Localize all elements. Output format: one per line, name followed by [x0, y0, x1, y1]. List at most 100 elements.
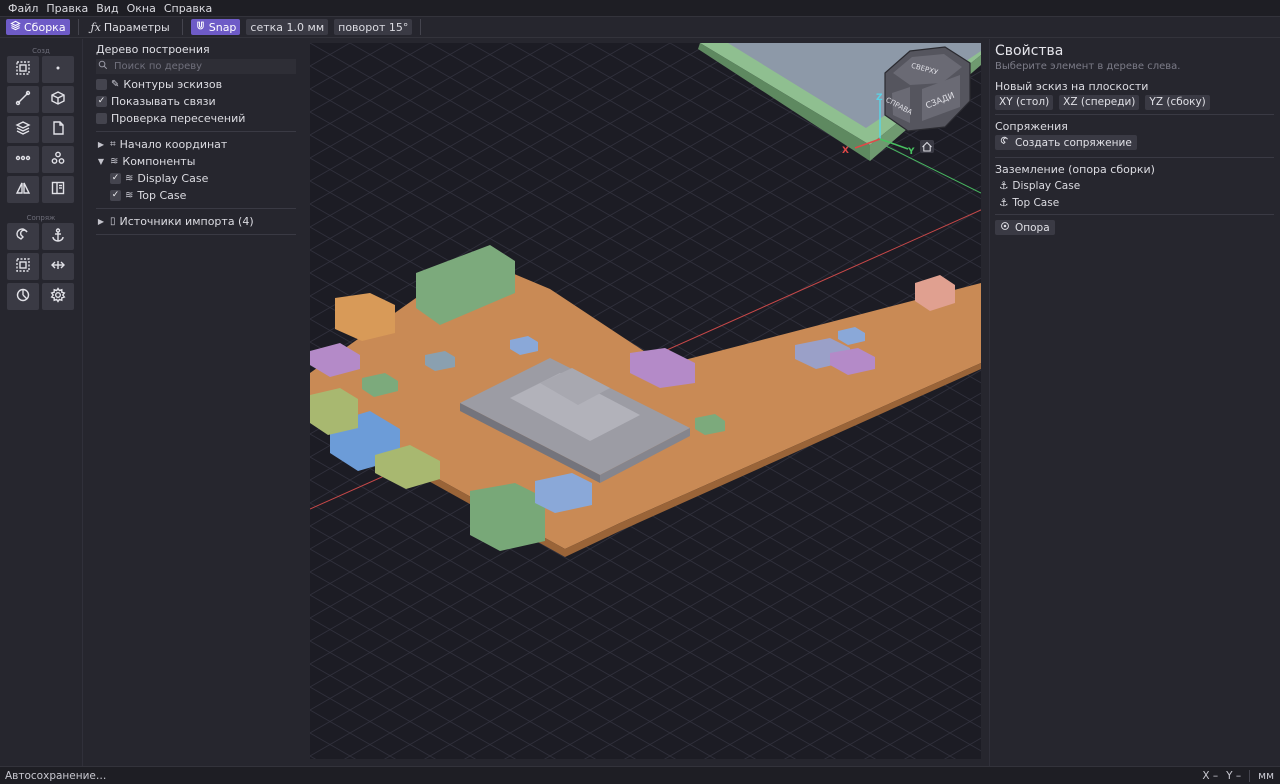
divider: [96, 234, 296, 235]
document-icon: [50, 120, 66, 139]
toolbar-separator: [181, 19, 183, 35]
snap-label: Snap: [208, 20, 237, 34]
check-intersections-checkbox[interactable]: [96, 113, 107, 124]
tree-node-import-sources[interactable]: ▶ ▯ Источники импорта (4): [96, 213, 296, 230]
expand-icon[interactable]: ▶: [96, 217, 106, 226]
frame-select-icon: [15, 60, 31, 79]
align-frame-tool[interactable]: [7, 253, 39, 280]
mirror-icon: [15, 180, 31, 199]
select-frame-tool[interactable]: [7, 56, 39, 83]
line-tool[interactable]: [7, 86, 39, 113]
parameters-button[interactable]: ƒx Параметры: [87, 19, 174, 35]
grounding-heading: Заземление (опора сборки): [995, 163, 1155, 176]
mate-tool[interactable]: [7, 223, 39, 250]
mates-heading: Сопряжения: [995, 120, 1068, 133]
layers-icon: ≋: [110, 156, 119, 167]
axis-x-label: X: [842, 146, 849, 156]
pattern-tool[interactable]: [7, 146, 39, 173]
rotation-step-chip[interactable]: поворот 15°: [334, 19, 413, 35]
ground-item-top-case-label: Top Case: [1012, 196, 1060, 209]
tree-node-top-case-label: Top Case: [137, 189, 187, 202]
dots-icon: [15, 150, 31, 169]
layers-icon: ≋: [125, 173, 134, 184]
tree-node-origin[interactable]: ▶ ⌗ Начало координат: [96, 136, 296, 153]
option-check-intersections[interactable]: Проверка пересечений: [96, 110, 296, 127]
menu-edit[interactable]: Правка: [42, 2, 92, 15]
menu-windows[interactable]: Окна: [123, 2, 160, 15]
settings-tool[interactable]: [42, 283, 74, 310]
mirror-tool[interactable]: [7, 176, 39, 203]
divider: [96, 208, 296, 209]
toolbar-separator: [420, 19, 422, 35]
axis-z-label: Z: [876, 93, 883, 103]
tree-title: Дерево построения: [96, 43, 210, 56]
section-mates-label: Сопряж: [26, 214, 56, 222]
box-tool[interactable]: [42, 86, 74, 113]
grid-size-chip[interactable]: сетка 1.0 мм: [246, 19, 329, 35]
panel-tool[interactable]: [42, 176, 74, 203]
tree-node-top-case[interactable]: ≋ Top Case: [96, 187, 296, 204]
menu-view[interactable]: Вид: [92, 2, 122, 15]
expand-icon[interactable]: ▶: [96, 140, 106, 149]
option-sketch-contours[interactable]: ✎ Контуры эскизов: [96, 76, 296, 93]
create-mate-button[interactable]: Создать сопряжение: [995, 135, 1137, 150]
sketch-icon: ✎: [111, 79, 120, 90]
status-bar: Автосохранение… X – Y – мм: [0, 766, 1280, 784]
support-button[interactable]: Опора: [995, 220, 1055, 235]
tree-search: [96, 59, 296, 74]
gear-icon: [50, 287, 66, 306]
distance-tool[interactable]: [42, 253, 74, 280]
option-show-links[interactable]: Показывать связи: [96, 93, 296, 110]
assembly-mode-button[interactable]: Сборка: [6, 19, 70, 35]
plane-yz-button[interactable]: YZ (сбоку): [1145, 95, 1210, 110]
anchor-tool[interactable]: [42, 223, 74, 250]
tree-node-display-case[interactable]: ≋ Display Case: [96, 170, 296, 187]
point-tool[interactable]: [42, 56, 74, 83]
document-icon: ▯: [110, 216, 116, 227]
document-tool[interactable]: [42, 116, 74, 143]
new-sketch-heading: Новый эскиз на плоскости: [995, 80, 1149, 93]
circular-pattern-tool[interactable]: [42, 146, 74, 173]
arrows-horizontal-icon: [50, 257, 66, 276]
properties-title: Свойства: [995, 43, 1064, 59]
circles-icon: [50, 150, 66, 169]
sketch-contours-checkbox[interactable]: [96, 79, 107, 90]
3d-viewport[interactable]: СВЕРХУ СПРАВА СЗАДИ Z X Y: [310, 43, 981, 759]
layers-icon: [10, 20, 21, 34]
plane-xz-button[interactable]: XZ (спереди): [1059, 95, 1140, 110]
autosave-status: Автосохранение…: [5, 769, 107, 782]
snap-toggle[interactable]: Snap: [190, 19, 241, 35]
plane-xy-button[interactable]: XY (стол): [995, 95, 1054, 110]
layers-tool[interactable]: [7, 116, 39, 143]
tree-node-components[interactable]: ▼ ≋ Компоненты: [96, 153, 296, 170]
home-view-button[interactable]: [920, 140, 934, 153]
collapse-icon[interactable]: ▼: [96, 157, 106, 166]
divider: [995, 114, 1274, 115]
divider: [96, 131, 296, 132]
display-case-visibility-checkbox[interactable]: [110, 173, 121, 184]
create-mate-label: Создать сопряжение: [1015, 136, 1132, 149]
ground-item-display-case[interactable]: ⚓ Display Case: [995, 177, 1274, 194]
tree-search-input[interactable]: [114, 61, 284, 72]
menu-file[interactable]: Файл: [4, 2, 42, 15]
menu-help[interactable]: Справка: [160, 2, 216, 15]
magnet-icon: [15, 227, 31, 246]
sidebar-icon: [50, 180, 66, 199]
angle-tool[interactable]: [7, 283, 39, 310]
cube-icon: [50, 90, 66, 109]
divider: [1249, 769, 1251, 782]
layers-icon: ≋: [125, 190, 134, 201]
axis-y-label: Y: [907, 147, 915, 157]
magnet-icon: [195, 20, 206, 34]
target-icon: [1000, 221, 1010, 234]
point-icon: [50, 60, 66, 79]
assembly-mode-label: Сборка: [24, 20, 66, 34]
units-label[interactable]: мм: [1258, 770, 1274, 782]
sketch-contours-label: Контуры эскизов: [123, 78, 223, 91]
parameters-label: Параметры: [103, 20, 170, 34]
properties-hint: Выберите элемент в дереве слева.: [995, 61, 1181, 72]
top-case-visibility-checkbox[interactable]: [110, 190, 121, 201]
origin-icon: ⌗: [110, 139, 116, 150]
ground-item-top-case[interactable]: ⚓ Top Case: [995, 194, 1274, 211]
show-links-checkbox[interactable]: [96, 96, 107, 107]
